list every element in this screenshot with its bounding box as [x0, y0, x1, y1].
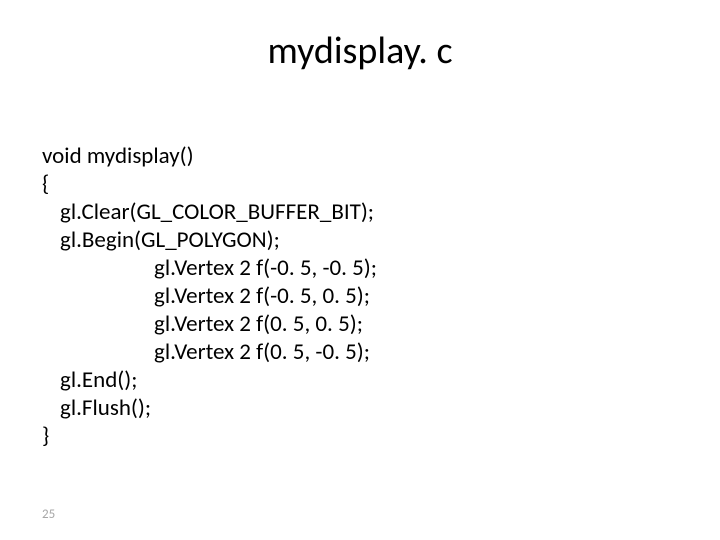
- code-line-close-brace: }: [42, 422, 720, 450]
- code-block: void mydisplay() { gl.Clear(GL_COLOR_BUF…: [0, 94, 720, 451]
- code-line-vertex-3: gl.Vertex 2 f(0. 5, 0. 5);: [42, 310, 720, 338]
- code-line-func-decl: void mydisplay(): [42, 142, 720, 170]
- code-line-glend: gl.End();: [42, 366, 720, 394]
- page-number: 25: [42, 507, 55, 522]
- code-line-vertex-2: gl.Vertex 2 f(-0. 5, 0. 5);: [42, 282, 720, 310]
- code-line-glclear: gl.Clear(GL_COLOR_BUFFER_BIT);: [42, 198, 720, 226]
- code-line-vertex-4: gl.Vertex 2 f(0. 5, -0. 5);: [42, 338, 720, 366]
- slide-title: mydisplay. c: [0, 0, 720, 94]
- code-line-vertex-1: gl.Vertex 2 f(-0. 5, -0. 5);: [42, 254, 720, 282]
- code-line-glbegin: gl.Begin(GL_POLYGON);: [42, 226, 720, 254]
- code-line-open-brace: {: [42, 170, 720, 198]
- code-line-glflush: gl.Flush();: [42, 394, 720, 422]
